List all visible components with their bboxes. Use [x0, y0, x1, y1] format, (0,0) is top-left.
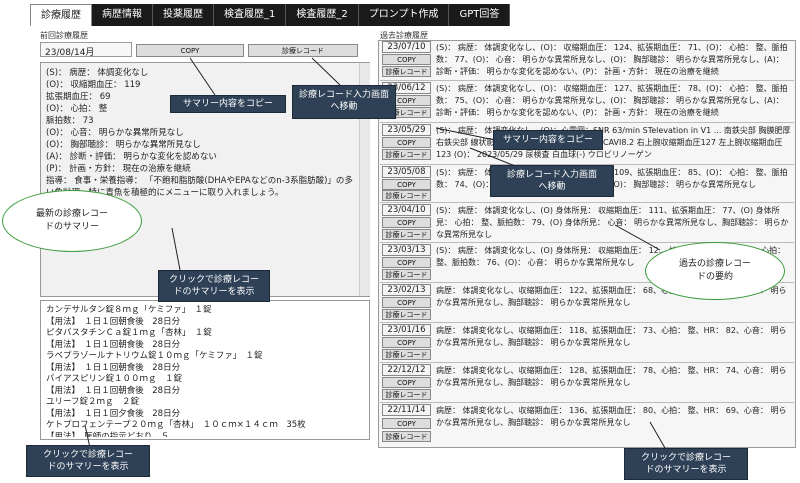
row-copy-button[interactable]: COPY	[382, 54, 431, 65]
row-date[interactable]: 23/07/10	[382, 41, 431, 53]
row-record-button[interactable]: 診療レコード	[382, 349, 431, 360]
history-row: 23/06/12 COPY 診療レコード (S)： 病歴： 体調変化なし、(O)…	[380, 81, 794, 123]
tab-gpt-answer[interactable]: GPT回答	[449, 4, 511, 26]
tab-exam-history-2[interactable]: 検査履歴_2	[286, 4, 359, 26]
row-date[interactable]: 23/04/10	[382, 204, 431, 216]
row-record-button[interactable]: 診療レコード	[382, 149, 431, 160]
callout-click-show-right: クリックで診療レコー ドのサマリーを表示	[624, 448, 748, 480]
row-copy-button[interactable]: COPY	[382, 179, 431, 190]
row-record-button[interactable]: 診療レコード	[382, 431, 431, 442]
row-copy-button[interactable]: COPY	[382, 337, 431, 348]
row-summary[interactable]: (S)： 病歴： 体調変化なし、(O)： 収縮期血圧： 127、拡張期血圧： 7…	[436, 83, 791, 120]
row-copy-button[interactable]: COPY	[382, 217, 431, 228]
medication-text: カンデサルタン錠８ｍｇ「ケミファ」 １錠 【用法】 １日１回朝食後 28日分 ピ…	[46, 305, 306, 437]
row-record-button[interactable]: 診療レコード	[382, 229, 431, 240]
row-copy-button[interactable]: COPY	[382, 257, 431, 268]
row-summary[interactable]: 病歴： 体調変化なし、収縮期血圧： 118、拡張期血圧： 73、心拍： 整、HR…	[436, 325, 791, 361]
row-record-button[interactable]: 診療レコード	[382, 309, 431, 320]
tab-bar: 診療履歴 病歴情報 投薬履歴 検査履歴_1 検査履歴_2 プロンプト作成 GPT…	[30, 4, 511, 26]
row-summary[interactable]: 病歴： 体調変化なし、収縮期血圧： 136、拡張期血圧： 80、心拍： 整、HR…	[436, 405, 791, 441]
tab-medication-history[interactable]: 投薬履歴	[153, 4, 214, 26]
history-row: 23/07/10 COPY 診療レコード (S)： 病歴： 体調変化なし、(O)…	[380, 40, 794, 81]
ellipse-latest-summary: 最新の診療レコー ドのサマリー	[2, 190, 142, 252]
ellipse-past-summary: 過去の診療レコー ドの要約	[645, 242, 785, 300]
tab-medical-history[interactable]: 病歴情報	[92, 4, 153, 26]
callout-click-show-left: クリックで診療レコー ドのサマリーを表示	[158, 270, 270, 302]
row-summary[interactable]: (S)： 病歴： 体調変化なし、(O) 身体所見： 収縮期血圧： 111、拡張期…	[436, 205, 791, 241]
copy-button[interactable]: COPY	[136, 44, 244, 57]
history-row: 23/04/10 COPY 診療レコード (S)： 病歴： 体調変化なし、(O)…	[380, 203, 794, 243]
row-record-button[interactable]: 診療レコード	[382, 190, 431, 201]
previous-history-label: 前回診療履歴	[40, 31, 88, 40]
row-summary[interactable]: (S)： 病歴： 体調変化なし、(O)：心電図：SNR 63/min STele…	[436, 125, 791, 163]
row-date[interactable]: 22/12/12	[382, 364, 431, 376]
row-date[interactable]: 23/01/16	[382, 324, 431, 336]
row-record-button[interactable]: 診療レコード	[382, 66, 431, 77]
row-copy-button[interactable]: COPY	[382, 418, 431, 429]
row-copy-button[interactable]: COPY	[382, 297, 431, 308]
callout-summary-copy: サマリー内容をコピー	[170, 95, 286, 113]
medication-panel: カンデサルタン錠８ｍｇ「ケミファ」 １錠 【用法】 １日１回朝食後 28日分 ピ…	[40, 300, 370, 440]
history-row: 22/12/12 COPY 診療レコード 病歴： 体調変化なし、収縮期血圧： 1…	[380, 363, 794, 403]
row-summary[interactable]: 病歴： 体調変化なし、収縮期血圧： 128、拡張期血圧： 78、心拍： 整、HR…	[436, 365, 791, 401]
row-date[interactable]: 22/11/14	[382, 404, 431, 416]
callout-record-move-right: 診療レコード入力画面 へ移動	[490, 165, 614, 197]
row-summary[interactable]: (S)： 病歴： 体調変化なし、(O)： 収縮期血圧： 124、拡張期血圧： 7…	[436, 42, 791, 79]
row-copy-button[interactable]: COPY	[382, 377, 431, 388]
row-date[interactable]: 23/05/29	[382, 124, 431, 136]
row-copy-button[interactable]: COPY	[382, 137, 431, 148]
history-row: 22/11/14 COPY 診療レコード 病歴： 体調変化なし、収縮期血圧： 1…	[380, 403, 794, 448]
row-date[interactable]: 23/02/13	[382, 284, 431, 296]
row-record-button[interactable]: 診療レコード	[382, 269, 431, 280]
callout-record-move: 診療レコード入力画面 へ移動	[292, 85, 396, 119]
tab-consultation-history[interactable]: 診療履歴	[30, 4, 92, 26]
callout-click-show-bottom: クリックで診療レコー ドのサマリーを表示	[26, 445, 150, 477]
tab-prompt-creation[interactable]: プロンプト作成	[359, 4, 450, 26]
row-record-button[interactable]: 診療レコード	[382, 389, 431, 400]
row-date[interactable]: 23/05/08	[382, 166, 431, 178]
tab-exam-history-1[interactable]: 検査履歴_1	[214, 4, 287, 26]
callout-summary-copy-right: サマリー内容をコピー	[493, 130, 603, 150]
record-button[interactable]: 診療レコード	[248, 44, 358, 57]
history-row: 23/01/16 COPY 診療レコード 病歴： 体調変化なし、収縮期血圧： 1…	[380, 323, 794, 363]
row-date[interactable]: 23/03/13	[382, 244, 431, 256]
previous-date: 23/08/14月	[40, 42, 132, 58]
